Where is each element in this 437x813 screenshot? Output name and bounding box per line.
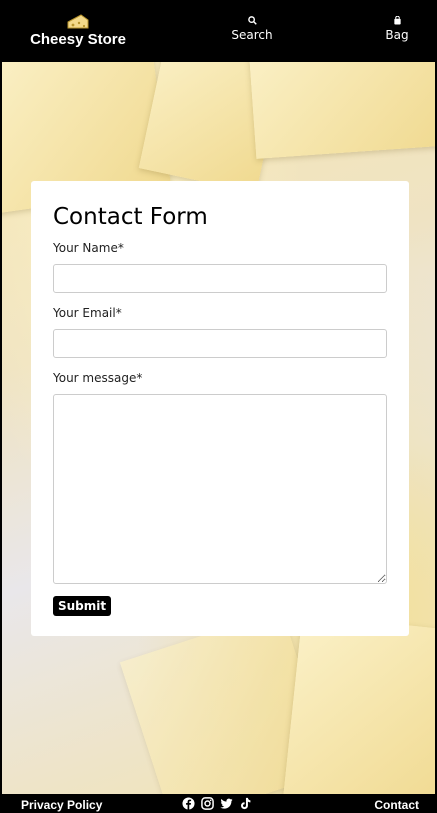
name-label: Your Name* bbox=[53, 241, 124, 255]
email-label: Your Email* bbox=[53, 306, 122, 320]
contact-link[interactable]: Contact bbox=[374, 798, 419, 812]
message-label: Your message* bbox=[53, 371, 143, 385]
instagram-icon[interactable] bbox=[201, 797, 214, 810]
footer: Privacy Policy Contact bbox=[0, 794, 437, 813]
top-navbar: Cheesy Store Search Bag bbox=[2, 0, 435, 62]
name-field[interactable] bbox=[53, 264, 387, 293]
tiktok-icon[interactable] bbox=[239, 797, 252, 810]
social-links bbox=[182, 797, 252, 810]
email-field[interactable] bbox=[53, 329, 387, 358]
facebook-icon[interactable] bbox=[182, 797, 195, 810]
search-label: Search bbox=[231, 28, 273, 42]
search-button[interactable]: Search bbox=[227, 16, 277, 42]
bag-button[interactable]: Bag bbox=[382, 16, 412, 42]
message-field[interactable] bbox=[53, 394, 387, 584]
brand-logo[interactable]: Cheesy Store bbox=[23, 14, 133, 48]
search-icon bbox=[247, 16, 257, 25]
twitter-icon[interactable] bbox=[220, 797, 233, 810]
submit-button[interactable]: Submit bbox=[53, 596, 112, 616]
page-title: Contact Form bbox=[53, 204, 208, 230]
bag-label: Bag bbox=[385, 28, 409, 42]
privacy-policy-link[interactable]: Privacy Policy bbox=[21, 798, 102, 812]
brand-name: Cheesy Store bbox=[30, 31, 126, 48]
cheese-icon bbox=[67, 14, 89, 29]
bag-icon bbox=[393, 16, 401, 25]
contact-form-card: Contact Form Your Name* Your Email* Your… bbox=[31, 181, 409, 636]
